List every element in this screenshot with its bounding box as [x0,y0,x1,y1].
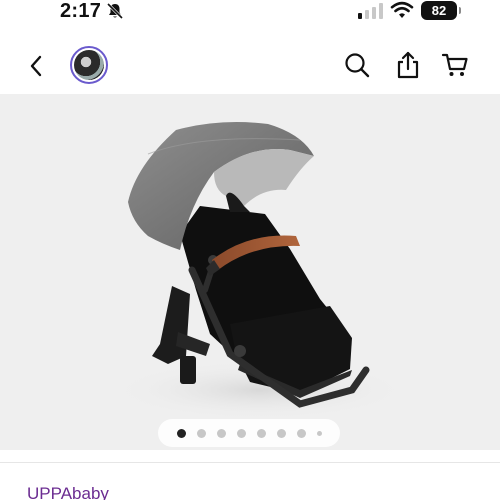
share-icon [397,51,419,79]
pager-dot[interactable] [316,430,322,436]
share-button[interactable] [393,50,423,80]
product-gallery[interactable] [0,94,500,450]
battery-indicator: 82 [421,1,461,20]
cart-icon [441,53,468,76]
status-bar: 2:17 82 [0,0,500,26]
pager-dot[interactable] [196,428,206,438]
stroller-seat-image [110,122,410,420]
pager-dot[interactable] [256,428,266,438]
brand-link[interactable]: UPPAbaby [27,484,109,500]
store-avatar[interactable] [70,46,108,84]
status-time: 2:17 [60,0,102,22]
nav-bar [0,38,500,94]
image-pager [158,419,340,447]
cellular-signal-icon [358,3,383,19]
pager-dot[interactable] [176,428,186,438]
section-divider [0,462,500,463]
cart-button[interactable] [440,50,470,80]
pager-dot[interactable] [276,428,286,438]
bell-off-icon [106,2,124,20]
search-icon [345,53,370,78]
pager-dot[interactable] [236,428,246,438]
back-button[interactable] [22,50,50,82]
search-button[interactable] [342,50,372,80]
pager-dot[interactable] [216,428,226,438]
wifi-icon [390,1,414,18]
chevron-left-icon [30,55,42,77]
pager-dot[interactable] [296,428,306,438]
avatar-image [74,50,104,80]
